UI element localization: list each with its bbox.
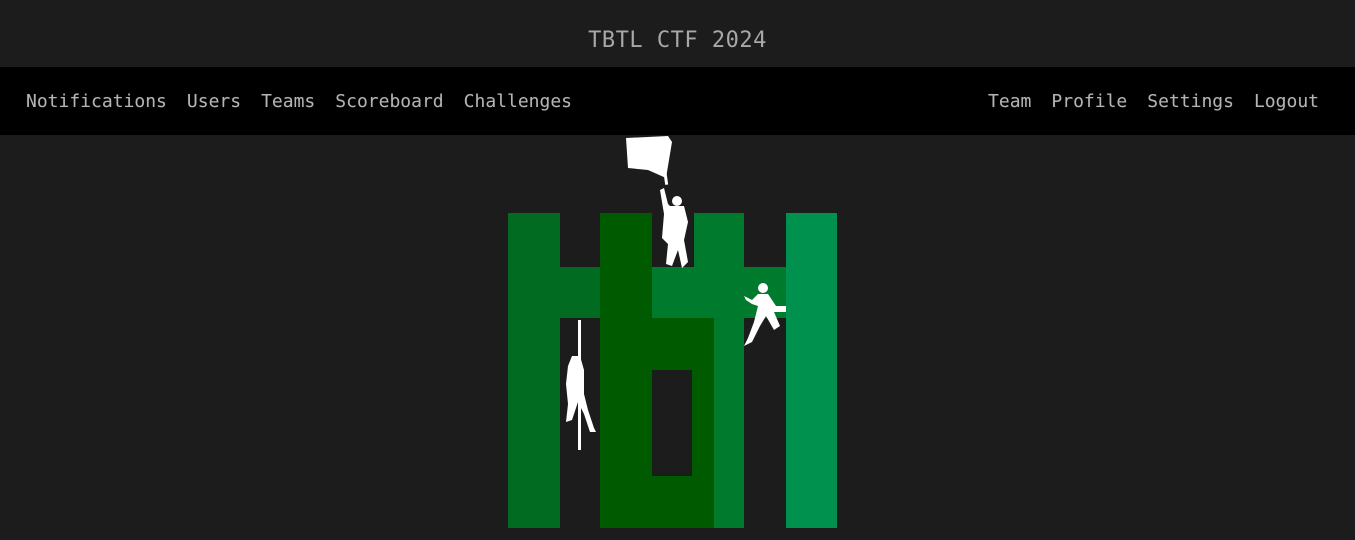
main-content [0,135,1355,540]
nav-left-group: Notifications Users Teams Scoreboard Cha… [16,67,582,135]
top-navbar: Notifications Users Teams Scoreboard Cha… [0,67,1355,135]
rope-climber-figure [566,320,596,450]
nav-link-settings[interactable]: Settings [1137,91,1244,112]
nav-link-users[interactable]: Users [177,91,251,112]
nav-link-teams[interactable]: Teams [251,91,325,112]
site-header: TBTL CTF 2024 [0,0,1355,67]
nav-link-scoreboard[interactable]: Scoreboard [325,91,453,112]
tbtl-logo [508,136,837,528]
nav-link-notifications[interactable]: Notifications [16,91,177,112]
nav-link-team[interactable]: Team [978,91,1041,112]
nav-link-logout[interactable]: Logout [1244,91,1329,112]
logo-letter-t-left [508,213,600,528]
nav-link-profile[interactable]: Profile [1041,91,1137,112]
site-title: TBTL CTF 2024 [588,28,767,53]
logo-letter-l [786,213,837,528]
nav-right-group: Team Profile Settings Logout [978,67,1329,135]
nav-link-challenges[interactable]: Challenges [454,91,582,112]
